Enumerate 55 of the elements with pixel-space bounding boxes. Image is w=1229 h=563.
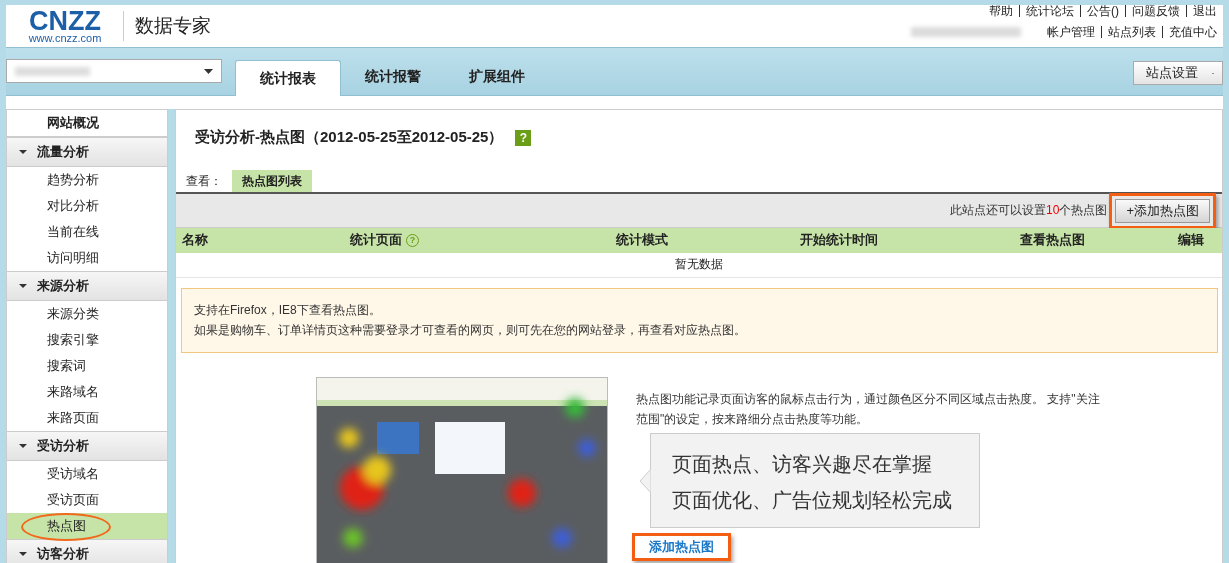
header-link[interactable]: 统计论坛: [1019, 5, 1080, 17]
sidebar-group-header[interactable]: 流量分析: [7, 137, 167, 167]
add-heatmap-link[interactable]: 添加热点图: [649, 538, 714, 556]
callout-text: 页面优化、广告位规划轻松完成: [672, 488, 953, 513]
column-header: 统计页面: [350, 232, 402, 249]
description-text: 热点图功能记录页面访客的鼠标点击行为，通过颜色区分不同区域点击热度。 支持"关注范围"的设定，按来路细分点击热度等功能。: [636, 391, 1101, 428]
header-link[interactable]: 公告(): [1080, 5, 1125, 17]
cnzz-logo[interactable]: CNZZ www.cnzz.com: [19, 8, 111, 44]
nav-tab[interactable]: 统计报表: [235, 60, 341, 96]
header-link[interactable]: 充值中心: [1162, 26, 1223, 38]
column-header: 编辑: [1178, 232, 1204, 249]
view-tab[interactable]: 热点图列表: [232, 170, 312, 193]
header-link[interactable]: 问题反馈: [1125, 5, 1186, 17]
sidebar-item[interactable]: 当前在线: [7, 219, 167, 245]
empty-message: 暂无数据: [675, 256, 723, 274]
quota-text: 此站点还可以设置10个热点图: [950, 202, 1108, 220]
group-label: 流量分析: [37, 143, 89, 161]
product-title: 数据专家: [123, 11, 211, 41]
notice-text: 如果是购物车、订单详情页这种需要登录才可查看的网页，则可先在您的网站登录，再查看对应热点图。: [194, 322, 747, 339]
sidebar-item[interactable]: 热点图: [7, 513, 167, 539]
sidebar-item[interactable]: 受访页面: [7, 487, 167, 513]
sidebar-group-header[interactable]: 来源分析: [7, 271, 167, 301]
group-label: 访客分析: [37, 545, 89, 563]
add-heatmap-button[interactable]: +添加热点图: [1115, 198, 1210, 223]
callout-text: 页面热点、访客兴趣尽在掌握: [672, 452, 933, 477]
logo-wordmark: CNZZ: [29, 8, 101, 35]
nav-tab[interactable]: 统计报警: [341, 60, 445, 94]
sidebar-group-header[interactable]: 访客分析: [7, 539, 167, 563]
sidebar-item[interactable]: 趋势分析: [7, 167, 167, 193]
sidebar-item[interactable]: 受访域名: [7, 461, 167, 487]
sidebar-item[interactable]: 来路域名: [7, 379, 167, 405]
nav-tab[interactable]: 扩展组件: [445, 60, 549, 94]
page-title: 受访分析-热点图（2012-05-25至2012-05-25）: [195, 128, 504, 148]
column-header: 开始统计时间: [800, 232, 878, 249]
column-header: 统计模式: [616, 232, 668, 249]
site-settings-button[interactable]: 站点设置: [1133, 61, 1223, 85]
group-label: 来源分析: [37, 277, 89, 295]
view-label: 查看：: [186, 173, 222, 191]
site-select[interactable]: [6, 59, 222, 83]
logo-domain: www.cnzz.com: [28, 33, 102, 44]
sidebar-item[interactable]: 来路页面: [7, 405, 167, 431]
sidebar-item[interactable]: 搜索引擎: [7, 327, 167, 353]
sidebar-item[interactable]: 对比分析: [7, 193, 167, 219]
sidebar-item[interactable]: 搜索词: [7, 353, 167, 379]
sidebar-group-header[interactable]: 受访分析: [7, 431, 167, 461]
header-link[interactable]: 帐户管理: [1041, 26, 1101, 38]
column-header: 名称: [182, 232, 208, 249]
column-header: 查看热点图: [1020, 232, 1085, 249]
group-label: 受访分析: [37, 437, 89, 455]
sidebar-item[interactable]: 访问明细: [7, 245, 167, 271]
sidebar-item[interactable]: 来源分类: [7, 301, 167, 327]
header-link[interactable]: 站点列表: [1101, 26, 1162, 38]
header-link[interactable]: 退出: [1186, 5, 1223, 17]
header-link[interactable]: 帮助: [983, 5, 1019, 17]
notice-text: 支持在Firefox，IE8下查看热点图。: [194, 302, 382, 319]
